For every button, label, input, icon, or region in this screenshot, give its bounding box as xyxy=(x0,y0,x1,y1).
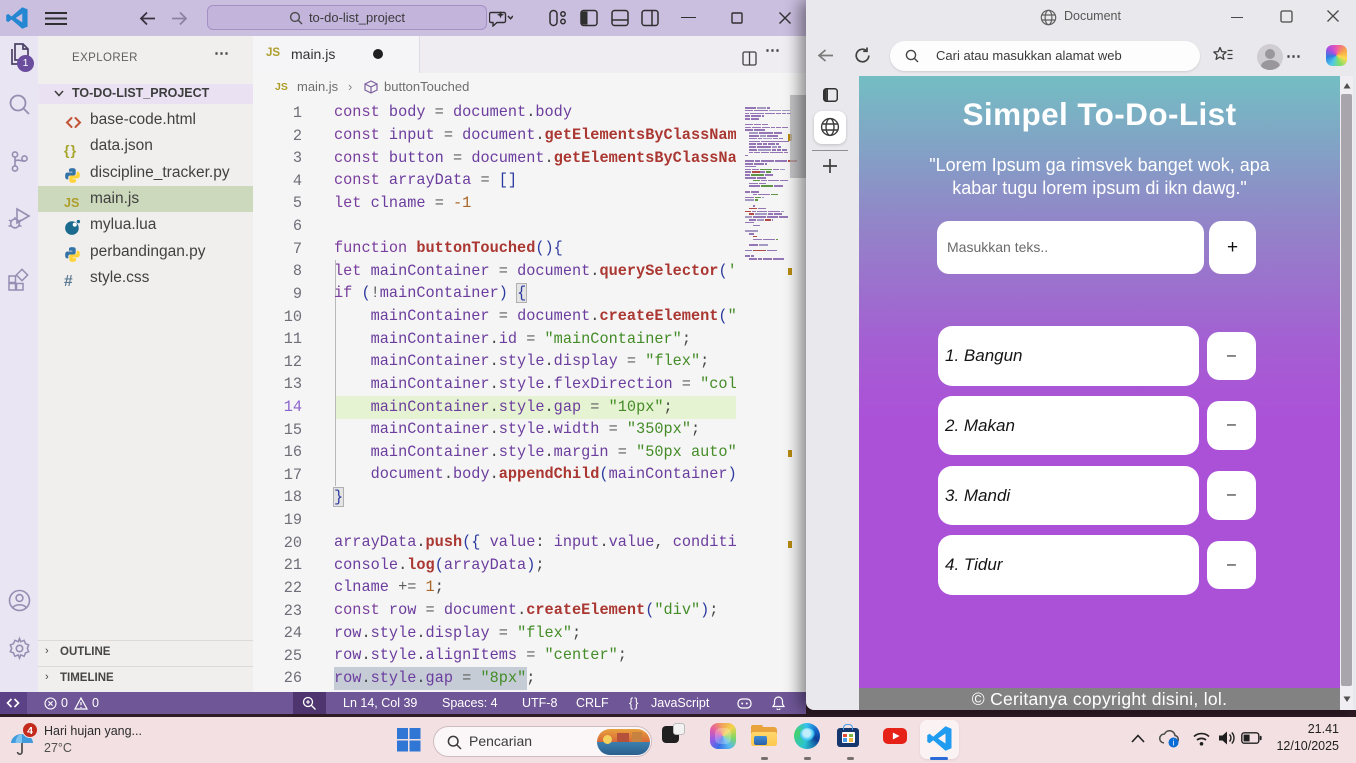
svg-text:i: i xyxy=(1173,739,1175,748)
